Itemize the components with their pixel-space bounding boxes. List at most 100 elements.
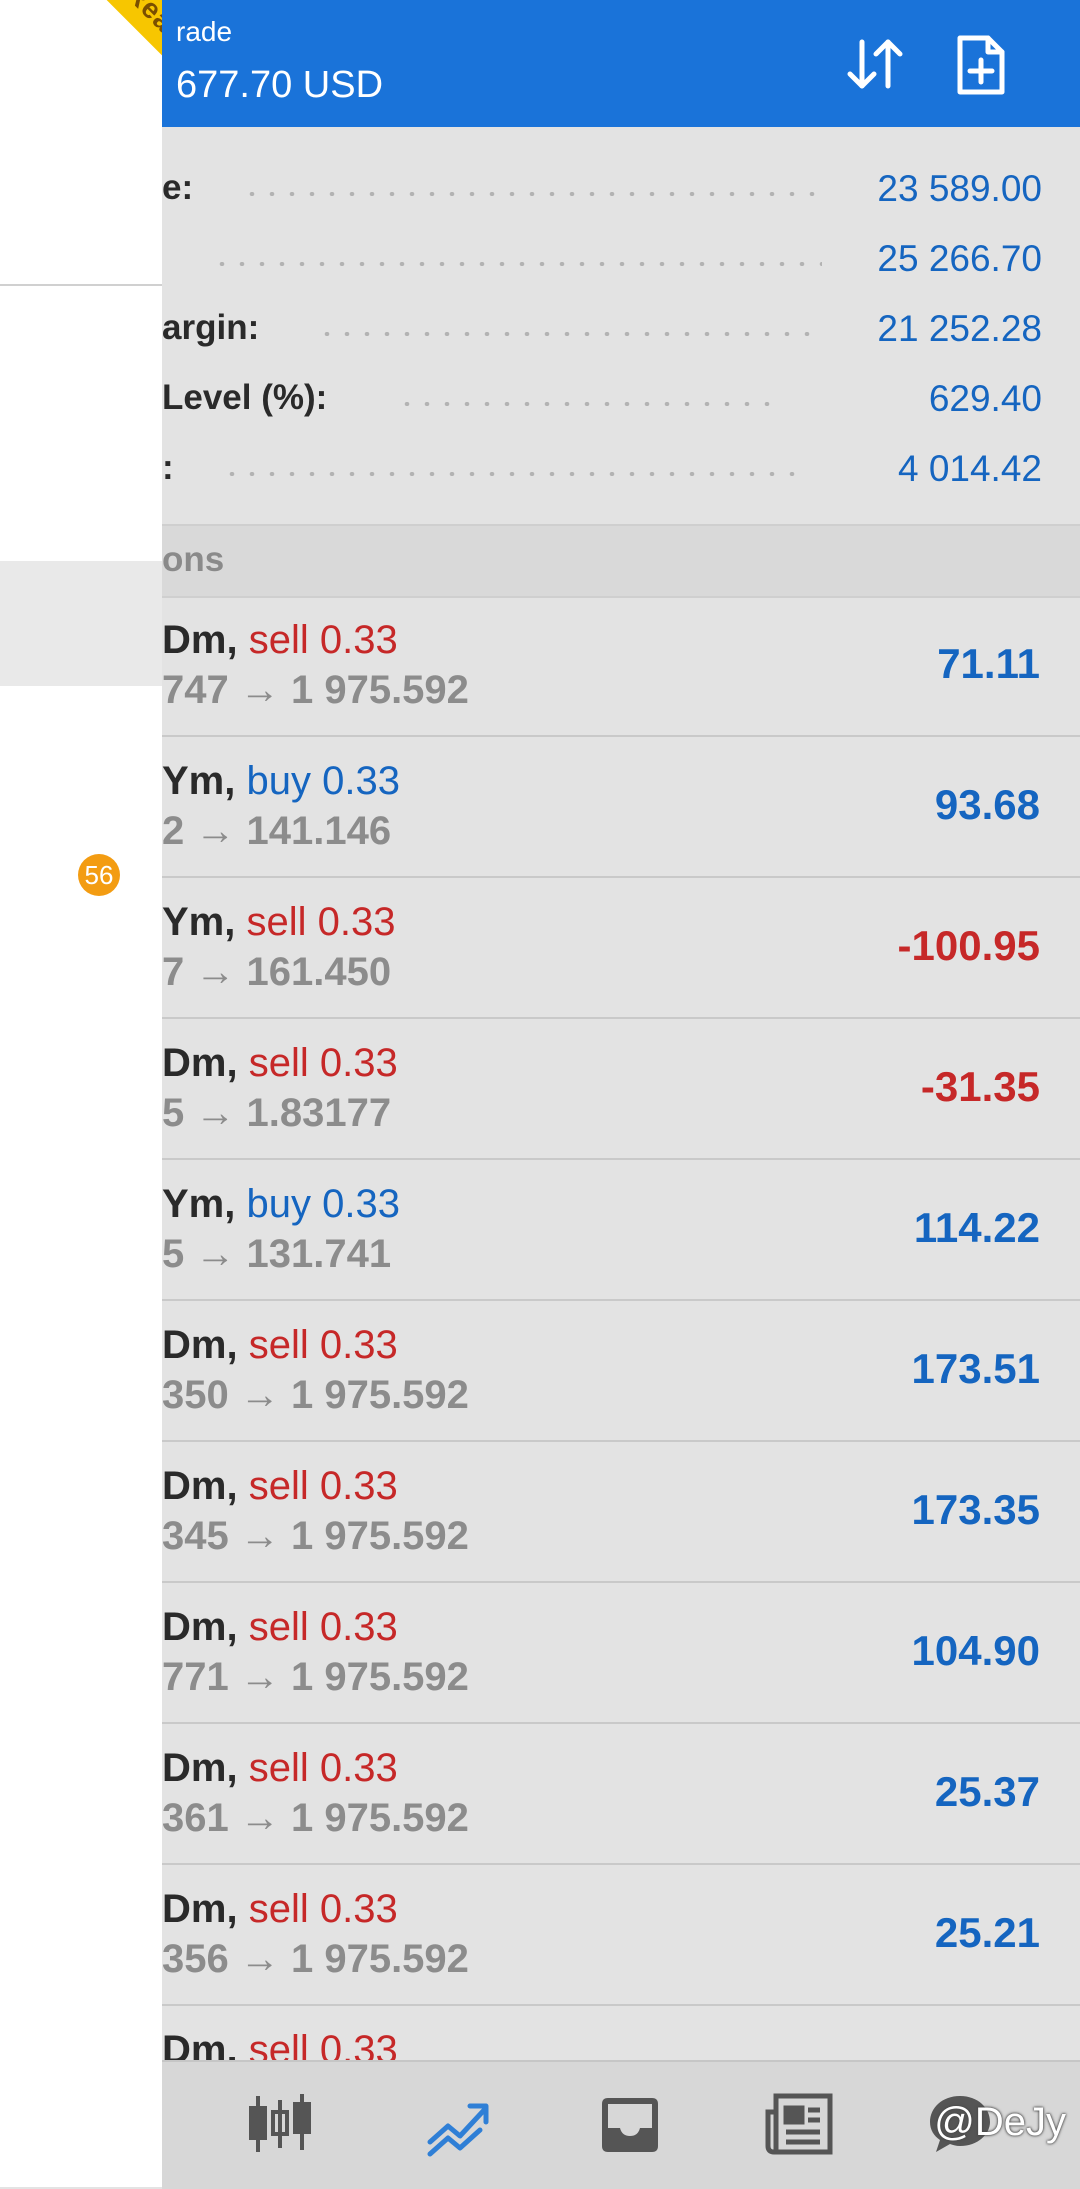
summary-row-margin: : 4 014.42 [162, 436, 1080, 496]
position-lot: 0.33 [319, 1464, 398, 1508]
position-side: buy [246, 1182, 311, 1226]
position-profit: 25.37 [934, 1768, 1040, 1815]
position-prices: 350 → 1 975.592 [162, 1373, 469, 1417]
position-row[interactable]: Dm, sell 0.33 361 → 1 975.592 25.37 [162, 1724, 1080, 1865]
section-title: ons [162, 540, 225, 579]
inbox-icon[interactable] [592, 2086, 668, 2162]
account-summary: e: 23 589.00 25 266.70 argin: 21 252.28 … [162, 127, 1080, 524]
position-profit: 173.51 [911, 1345, 1040, 1392]
position-prices: 345 → 1 975.592 [162, 1514, 469, 1558]
newspaper-icon[interactable] [762, 2086, 838, 2162]
position-lot: 0.33 [319, 1746, 398, 1790]
summary-row-balance: e: 23 589.00 [162, 156, 1080, 216]
notification-badge: 56 [78, 854, 120, 896]
header-title: rade [176, 16, 233, 47]
drawer-divider [0, 284, 162, 286]
position-row[interactable]: Dm, sell 0.33 356 → 1 975.592 25.21 [162, 1865, 1080, 2006]
summary-value: 21 252.28 [877, 308, 1042, 349]
position-side: sell [246, 900, 307, 944]
position-symbol: Dm, [162, 1605, 238, 1649]
position-row[interactable]: Ym, buy 0.33 2 → 141.146 93.68 [162, 737, 1080, 878]
summary-label: Level (%): [162, 378, 328, 417]
position-side: sell [248, 1605, 309, 1649]
dot-leader [317, 332, 822, 336]
position-lot: 0.33 [319, 618, 398, 662]
summary-row-equity: 25 266.70 [162, 226, 1080, 286]
sort-arrows-icon[interactable] [840, 30, 910, 100]
candlestick-icon[interactable] [242, 2086, 318, 2162]
summary-label: : [162, 448, 174, 487]
position-side: sell [248, 1887, 309, 1931]
positions-list: Dm, sell 0.33 747 → 1 975.592 71.11 Ym, … [162, 596, 1080, 2147]
position-symbol: Dm, [162, 1746, 238, 1790]
ribbon-label: Real [61, 0, 162, 103]
position-symbol: Ym, [162, 759, 236, 803]
drawer-item-selected[interactable] [0, 561, 162, 686]
summary-label: e: [162, 168, 194, 207]
summary-label: argin: [162, 308, 260, 347]
position-lot: 0.33 [322, 1182, 400, 1226]
position-side: sell [248, 1464, 309, 1508]
position-symbol: Dm, [162, 1464, 238, 1508]
position-profit: 71.11 [937, 640, 1040, 687]
position-lot: 0.33 [319, 1887, 398, 1931]
app-header: rade 677.70 USD [162, 0, 1080, 127]
position-lot: 0.33 [322, 759, 400, 803]
position-profit: -31.35 [920, 1063, 1040, 1110]
summary-row-margin-level: Level (%): 629.40 [162, 366, 1080, 426]
dot-leader [222, 472, 802, 476]
position-prices: 747 → 1 975.592 [162, 668, 469, 712]
bottom-navigation: @DeJy [162, 2060, 1080, 2189]
position-lot: 0.33 [317, 900, 396, 944]
position-lot: 0.33 [319, 1041, 398, 1085]
real-account-ribbon: Real [0, 0, 162, 125]
position-symbol: Dm, [162, 1041, 238, 1085]
position-prices: 2 → 141.146 [162, 809, 392, 853]
position-side: sell [248, 618, 309, 662]
position-side: sell [248, 1041, 309, 1085]
position-row[interactable]: Dm, sell 0.33 771 → 1 975.592 104.90 [162, 1583, 1080, 1724]
trend-chart-icon[interactable] [422, 2086, 498, 2162]
position-prices: 7 → 161.450 [162, 950, 392, 994]
position-symbol: Dm, [162, 618, 238, 662]
dot-leader [397, 402, 777, 406]
summary-value: 25 266.70 [877, 238, 1042, 279]
position-row[interactable]: Dm, sell 0.33 747 → 1 975.592 71.11 [162, 596, 1080, 737]
position-row[interactable]: Dm, sell 0.33 350 → 1 975.592 173.51 [162, 1301, 1080, 1442]
side-drawer: 56 [0, 0, 162, 2187]
position-prices: 356 → 1 975.592 [162, 1937, 469, 1981]
position-prices: 5 → 131.741 [162, 1232, 392, 1276]
position-profit: 25.21 [934, 1909, 1040, 1956]
header-balance: 677.70 USD [176, 64, 384, 106]
position-row[interactable]: Ym, sell 0.33 7 → 161.450 -100.95 [162, 878, 1080, 1019]
position-prices: 361 → 1 975.592 [162, 1796, 469, 1840]
position-symbol: Ym, [162, 900, 236, 944]
position-profit: 104.90 [911, 1627, 1040, 1674]
position-prices: 771 → 1 975.592 [162, 1655, 469, 1699]
position-profit: 114.22 [913, 1204, 1040, 1251]
position-profit: -100.95 [897, 922, 1040, 969]
position-side: sell [248, 1746, 309, 1790]
position-row[interactable]: Dm, sell 0.33 345 → 1 975.592 173.35 [162, 1442, 1080, 1583]
summary-value: 4 014.42 [897, 448, 1042, 489]
position-row[interactable]: Ym, buy 0.33 5 → 131.741 114.22 [162, 1160, 1080, 1301]
dot-leader [242, 192, 822, 196]
dot-leader [212, 262, 822, 266]
summary-value: 629.40 [928, 378, 1042, 419]
position-symbol: Dm, [162, 1323, 238, 1367]
position-prices: 5 → 1.83177 [162, 1091, 392, 1135]
summary-value: 23 589.00 [877, 168, 1042, 209]
watermark: @DeJy [934, 2100, 1066, 2144]
position-profit: 93.68 [934, 781, 1040, 828]
position-profit: 173.35 [911, 1486, 1040, 1533]
position-row[interactable]: Dm, sell 0.33 5 → 1.83177 -31.35 [162, 1019, 1080, 1160]
summary-row-free-margin: argin: 21 252.28 [162, 296, 1080, 356]
position-side: buy [246, 759, 311, 803]
position-side: sell [248, 1323, 309, 1367]
position-lot: 0.33 [319, 1605, 398, 1649]
position-symbol: Ym, [162, 1182, 236, 1226]
new-order-icon[interactable] [946, 30, 1016, 100]
position-symbol: Dm, [162, 1887, 238, 1931]
positions-section-header: ons [162, 524, 1080, 598]
position-lot: 0.33 [319, 1323, 398, 1367]
